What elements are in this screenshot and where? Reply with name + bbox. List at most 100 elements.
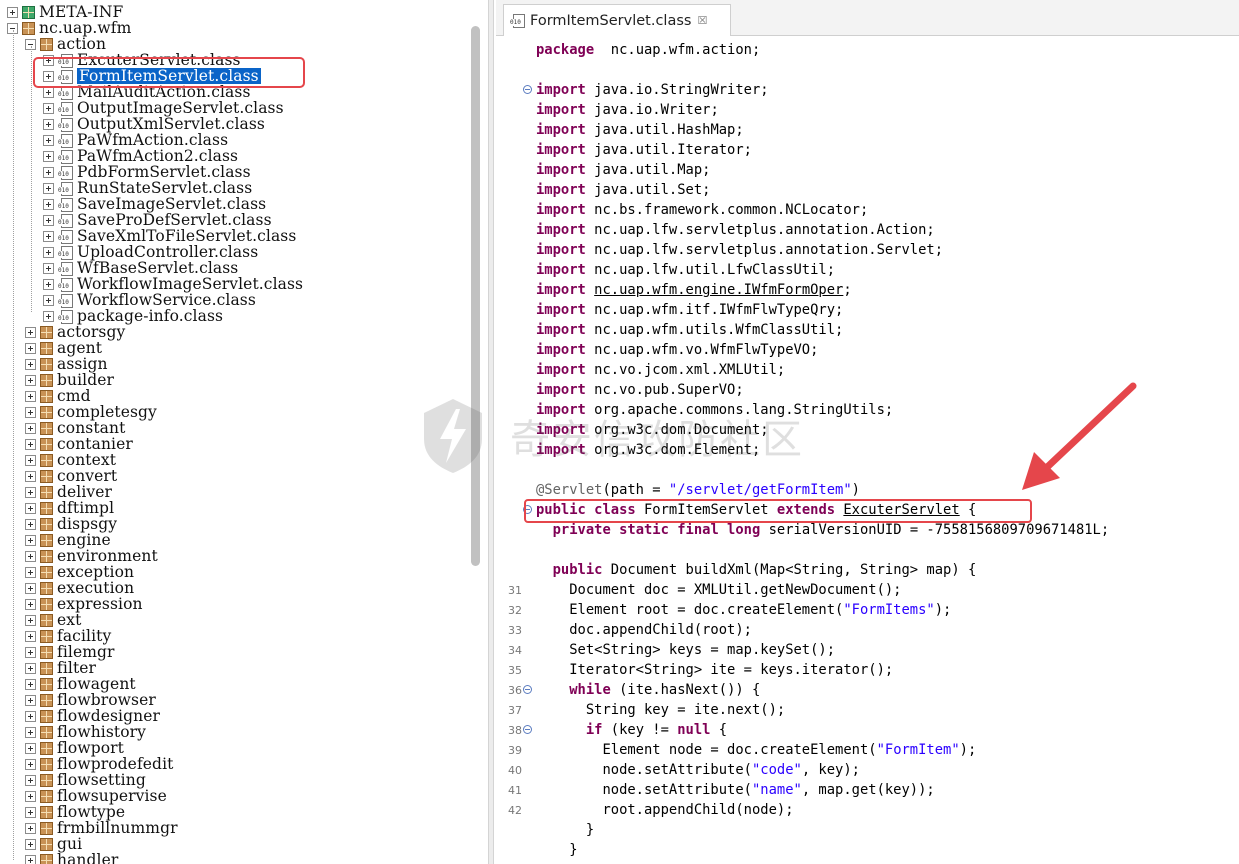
expand-icon[interactable] [25,726,36,738]
tree-item[interactable]: dispsgy [25,516,117,532]
expand-icon[interactable] [43,278,54,290]
tree-item[interactable]: package-info.class [43,308,223,324]
tree-item[interactable]: agent [25,340,102,356]
expand-icon[interactable] [25,582,36,594]
tree-item[interactable]: OutputImageServlet.class [43,100,284,116]
tree-item[interactable]: SaveImageServlet.class [43,196,266,212]
tree-item[interactable]: PaWfmAction.class [43,132,228,148]
tree-item[interactable]: frmbillnummgr [25,820,178,836]
tree-item[interactable]: dftimpl [25,500,114,516]
tree-item[interactable]: PdbFormServlet.class [43,164,251,180]
fold-toggle-icon[interactable] [523,725,532,734]
tree-item[interactable]: SaveProDefServlet.class [43,212,272,228]
tree-item[interactable]: environment [25,548,158,564]
expand-icon[interactable] [25,390,36,402]
expand-icon[interactable] [43,166,54,178]
tree-item[interactable]: WfBaseServlet.class [43,260,238,276]
code-line[interactable]: import org.w3c.dom.Document; [536,420,769,440]
tree-scrollbar[interactable] [471,26,480,566]
code-line[interactable]: import nc.uap.wfm.itf.IWfmFlwTypeQry; [536,300,843,320]
code-line[interactable]: Element node = doc.createElement("FormIt… [536,740,976,760]
expand-icon[interactable] [25,438,36,450]
code-line[interactable]: import nc.vo.jcom.xml.XMLUtil; [536,360,785,380]
code-line[interactable]: } [536,820,594,840]
expand-icon[interactable] [43,150,54,162]
code-line[interactable]: import nc.bs.framework.common.NCLocator; [536,200,868,220]
tree-item[interactable]: cmd [25,388,91,404]
code-line[interactable]: Document doc = XMLUtil.getNewDocument(); [536,580,901,600]
tree-item[interactable]: ext [25,612,81,628]
code-line[interactable]: import nc.uap.wfm.engine.IWfmFormOper; [536,280,852,300]
tree-item[interactable]: facility [25,628,111,644]
expand-icon[interactable] [25,774,36,786]
tree-item[interactable]: UploadController.class [43,244,258,260]
tree-item[interactable]: convert [25,468,117,484]
expand-icon[interactable] [25,822,36,834]
tree-item[interactable]: flowdesigner [25,708,160,724]
code-line[interactable]: import nc.uap.wfm.utils.WfmClassUtil; [536,320,843,340]
code-line[interactable]: private static final long serialVersionU… [536,520,1110,540]
tree-item[interactable]: execution [25,580,134,596]
expand-icon[interactable] [25,550,36,562]
tree-item[interactable]: filter [25,660,96,676]
expand-icon[interactable] [43,230,54,242]
expand-icon[interactable] [25,678,36,690]
tree-item[interactable]: SaveXmlToFileServlet.class [43,228,296,244]
expand-icon[interactable] [25,326,36,338]
expand-icon[interactable] [25,566,36,578]
expand-icon[interactable] [25,470,36,482]
tree-item[interactable]: flowsupervise [25,788,167,804]
expand-icon[interactable] [43,86,54,98]
expand-icon[interactable] [25,630,36,642]
tree-item[interactable]: builder [25,372,114,388]
tree-item[interactable]: filemgr [25,644,115,660]
expand-icon[interactable] [25,838,36,850]
editor-tab-formitemservlet[interactable]: FormItemServlet.class ☒ [503,4,731,36]
tree-item[interactable]: WorkflowService.class [43,292,256,308]
code-line[interactable]: import java.io.Writer; [536,100,719,120]
tree-item[interactable]: OutputXmlServlet.class [43,116,265,132]
tree-item[interactable]: flowport [25,740,124,756]
close-icon[interactable]: ☒ [697,14,707,27]
expand-icon[interactable] [25,598,36,610]
expand-icon[interactable] [25,662,36,674]
expand-icon[interactable] [43,182,54,194]
expand-icon[interactable] [25,614,36,626]
code-line[interactable]: doc.appendChild(root); [536,620,752,640]
tree-item[interactable]: contanier [25,436,133,452]
code-line[interactable]: import org.w3c.dom.Element; [536,440,760,460]
code-line[interactable]: import nc.uap.lfw.servletplus.annotation… [536,240,943,260]
expand-icon[interactable] [43,294,54,306]
code-line[interactable]: if (key != null { [536,720,727,740]
code-line[interactable]: while (ite.hasNext()) { [536,680,760,700]
expand-icon[interactable] [25,358,36,370]
tree-item[interactable]: nc.uap.wfm [7,20,131,36]
tree-item[interactable]: flowhistory [25,724,146,740]
code-line[interactable]: node.setAttribute("name", map.get(key)); [536,780,934,800]
tree-item[interactable]: flowprodefedit [25,756,173,772]
expand-icon[interactable] [43,118,54,130]
tree-item[interactable]: META-INF [7,4,123,20]
expand-icon[interactable] [43,102,54,114]
expand-icon[interactable] [25,422,36,434]
expand-icon[interactable] [43,246,54,258]
expand-icon[interactable] [25,854,36,864]
tree-item[interactable]: RunStateServlet.class [43,180,252,196]
tree-item[interactable]: exception [25,564,134,580]
tree-item[interactable]: flowtype [25,804,125,820]
tree-item[interactable]: deliver [25,484,112,500]
code-line[interactable]: Set<String> keys = map.keySet(); [536,640,835,660]
tree-item[interactable]: WorkflowImageServlet.class [43,276,303,292]
tree-item[interactable]: flowbrowser [25,692,156,708]
expand-icon[interactable] [25,342,36,354]
expand-icon[interactable] [25,406,36,418]
expand-icon[interactable] [43,198,54,210]
code-line[interactable]: import java.util.Map; [536,160,710,180]
code-line[interactable]: import java.util.Set; [536,180,710,200]
expand-icon[interactable] [25,694,36,706]
expand-icon[interactable] [43,310,54,322]
expand-icon[interactable] [43,262,54,274]
tree-item[interactable]: PaWfmAction2.class [43,148,238,164]
fold-toggle-icon[interactable] [523,85,532,94]
expand-icon[interactable] [7,6,18,18]
